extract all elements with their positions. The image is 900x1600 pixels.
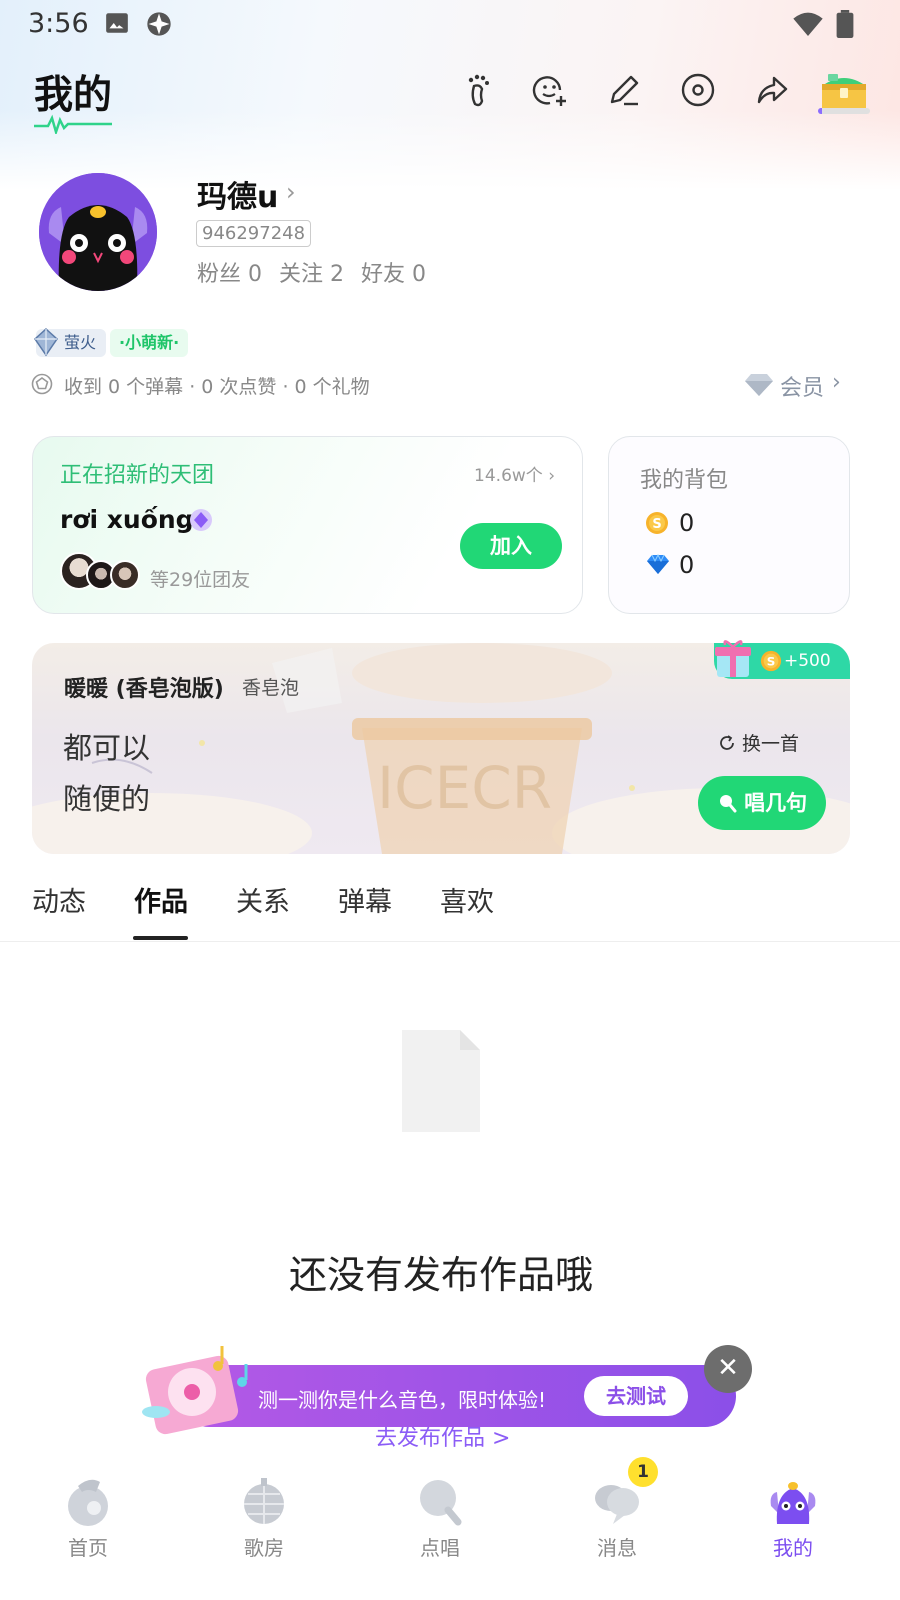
nav-sing[interactable]: 点唱 bbox=[380, 1460, 500, 1570]
group-card-title: 正在招新的天团 bbox=[60, 463, 215, 488]
nav-ktv-room-label: 歌房 bbox=[244, 1536, 284, 1560]
fans-count[interactable]: 粉丝 0 bbox=[197, 262, 262, 287]
song-artist: 香皂泡 bbox=[242, 677, 300, 699]
avatar-character bbox=[39, 173, 157, 291]
go-test-button[interactable]: 去测试 bbox=[584, 1376, 688, 1416]
close-icon[interactable]: ✕ bbox=[704, 1345, 752, 1393]
lyric-line: 都可以 bbox=[63, 731, 151, 765]
sing-button[interactable]: 唱几句 bbox=[698, 776, 826, 830]
svg-text:S: S bbox=[767, 655, 776, 669]
backpack-title: 我的背包 bbox=[640, 468, 729, 493]
status-time: 3:56 bbox=[28, 8, 89, 39]
tab-danmaku[interactable]: 弹幕 bbox=[338, 880, 392, 919]
nav-messages-label: 消息 bbox=[597, 1536, 637, 1560]
edit-icon[interactable] bbox=[604, 70, 644, 110]
nav-profile[interactable]: 我的 bbox=[733, 1460, 853, 1570]
nav-home-label: 首页 bbox=[68, 1536, 108, 1560]
treasure-progress bbox=[818, 108, 870, 114]
nav-sing-label: 点唱 bbox=[420, 1536, 460, 1560]
active-tab-indicator bbox=[133, 936, 188, 940]
received-summary: 收到 0 个弹幕 · 0 次点赞 · 0 个礼物 bbox=[64, 376, 370, 398]
group-count-value: 14.6w个 bbox=[474, 466, 543, 486]
tab-likes[interactable]: 喜欢 bbox=[440, 880, 494, 919]
battery-icon bbox=[836, 10, 854, 38]
tab-works[interactable]: 作品 bbox=[134, 880, 188, 919]
group-count[interactable]: 14.6w个 › bbox=[474, 461, 555, 486]
pentagon-icon bbox=[31, 373, 53, 395]
gift-icon bbox=[715, 640, 751, 677]
coin-icon: S bbox=[760, 650, 782, 672]
header: 我的 bbox=[0, 56, 900, 136]
user-stats: 粉丝 0 关注 2 好友 0 bbox=[197, 256, 436, 288]
nav-profile-label: 我的 bbox=[773, 1536, 813, 1560]
tab-moments[interactable]: 动态 bbox=[32, 880, 86, 919]
refresh-icon bbox=[720, 735, 734, 750]
message-count-badge: 1 bbox=[628, 1457, 658, 1487]
diamond-value: 0 bbox=[679, 551, 695, 579]
profile-tabs: 动态 作品 关系 弹幕 喜欢 bbox=[0, 870, 900, 942]
username[interactable]: 玛德u bbox=[197, 172, 278, 216]
group-recruit-card[interactable]: 正在招新的天团 14.6w个 › rơi xuống 等29位团友 加入 bbox=[32, 436, 583, 614]
chevron-right-icon[interactable]: › bbox=[286, 178, 296, 206]
nav-ktv-room[interactable]: 歌房 bbox=[204, 1460, 324, 1570]
voice-test-text: 测一测你是什么音色，限时体验! bbox=[258, 1388, 547, 1412]
coin-icon: S bbox=[646, 512, 668, 534]
vip-diamond-icon[interactable] bbox=[742, 370, 776, 398]
lyric-line: 随便的 bbox=[63, 782, 151, 816]
gallery-icon bbox=[106, 13, 128, 33]
status-bar: 3:56 bbox=[0, 0, 900, 48]
song-title: 暖暖 (香皂泡版) bbox=[64, 677, 224, 702]
microphone-icon bbox=[420, 1480, 462, 1526]
title-wave-decoration bbox=[34, 114, 112, 134]
home-icon bbox=[68, 1479, 108, 1526]
member-avatar bbox=[110, 560, 140, 590]
sync-icon bbox=[147, 12, 171, 36]
sing-label: 唱几句 bbox=[744, 791, 808, 815]
settings-icon[interactable] bbox=[678, 70, 718, 110]
reward-value: +500 bbox=[784, 651, 831, 671]
mic-icon bbox=[719, 795, 737, 813]
user-id: 946297248 bbox=[196, 220, 312, 247]
following-count[interactable]: 关注 2 bbox=[279, 262, 344, 287]
bottom-nav: 首页 歌房 点唱 消息 我的 bbox=[0, 1460, 900, 1600]
newbie-badge[interactable]: ·小萌新· bbox=[110, 329, 189, 357]
disco-ball-icon bbox=[244, 1478, 284, 1524]
svg-text:S: S bbox=[652, 517, 661, 532]
profile-mascot-icon bbox=[770, 1482, 816, 1524]
backpack-card[interactable]: 我的背包 S 0 0 bbox=[608, 436, 850, 614]
coin-value: 0 bbox=[679, 509, 695, 537]
empty-state-message: 还没有发布作品哦 bbox=[288, 1253, 593, 1297]
chevron-right-icon[interactable]: › bbox=[832, 370, 841, 395]
join-group-button[interactable]: 加入 bbox=[460, 523, 562, 569]
avatar[interactable] bbox=[39, 173, 157, 291]
tab-relations[interactable]: 关系 bbox=[236, 880, 290, 919]
diamond-badge-icon bbox=[34, 327, 58, 357]
add-friend-icon[interactable] bbox=[530, 70, 570, 110]
footprint-icon[interactable] bbox=[460, 70, 500, 110]
empty-document-icon bbox=[402, 1030, 480, 1132]
switch-song-label: 换一首 bbox=[742, 733, 800, 755]
share-icon[interactable] bbox=[752, 70, 792, 110]
vip-link[interactable]: 会员 bbox=[780, 370, 824, 402]
group-name: rơi xuống bbox=[60, 505, 194, 534]
record-player-icon bbox=[142, 1346, 248, 1435]
nav-home[interactable]: 首页 bbox=[28, 1460, 148, 1570]
page-title: 我的 bbox=[34, 73, 113, 118]
wifi-icon bbox=[793, 12, 823, 36]
members-text: 等29位团友 bbox=[150, 569, 251, 591]
nav-messages[interactable]: 消息 bbox=[557, 1460, 677, 1570]
group-level-icon bbox=[190, 509, 212, 531]
svg-text:ICECR: ICECR bbox=[377, 754, 552, 822]
switch-song-button[interactable]: 换一首 bbox=[718, 729, 799, 756]
diamond-icon bbox=[647, 553, 669, 574]
member-avatars bbox=[60, 552, 140, 592]
friends-count[interactable]: 好友 0 bbox=[361, 262, 426, 287]
